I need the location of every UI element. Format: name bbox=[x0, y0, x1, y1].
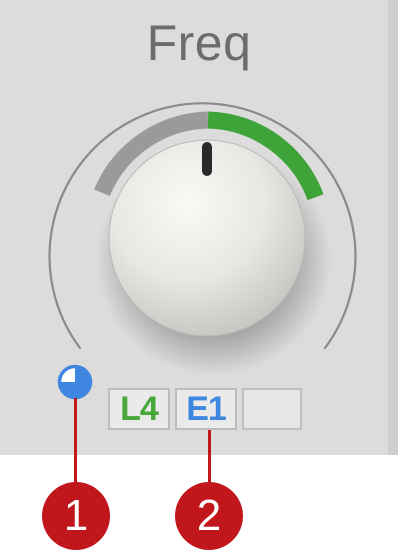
pie-chart-icon[interactable] bbox=[57, 364, 93, 400]
callout-badge-2: 2 bbox=[175, 482, 243, 550]
knob-graphic[interactable] bbox=[0, 0, 398, 556]
callout-badge-1: 1 bbox=[42, 482, 110, 550]
knob-indicator bbox=[202, 142, 212, 176]
mod-slot-empty[interactable] bbox=[242, 388, 302, 430]
callout-line-1 bbox=[74, 398, 77, 484]
modulation-slots: L4 E1 bbox=[108, 388, 302, 430]
mod-slot-e1[interactable]: E1 bbox=[175, 388, 237, 430]
mod-slot-l4[interactable]: L4 bbox=[108, 388, 170, 430]
callout-line-2 bbox=[208, 430, 211, 482]
